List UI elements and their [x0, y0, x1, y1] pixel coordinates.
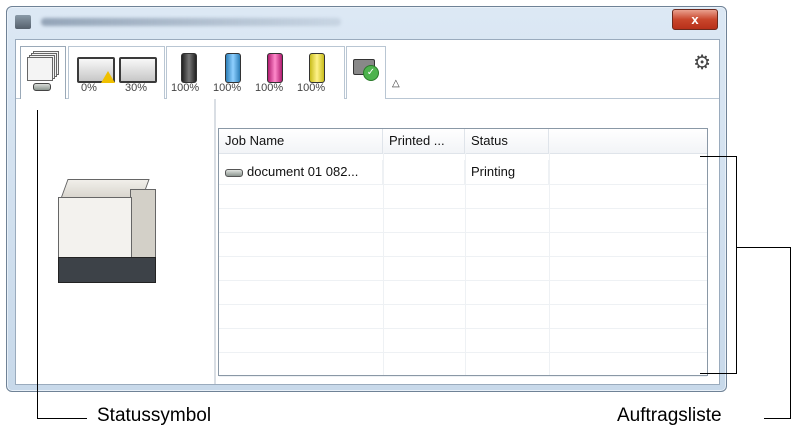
window-title-blurred	[41, 18, 341, 26]
table-row	[219, 208, 707, 233]
close-button[interactable]: x	[672, 9, 718, 30]
toner-magenta-icon	[267, 53, 283, 83]
status-symbol-callout: Statussymbol	[97, 405, 212, 426]
toner-black-level: 100%	[171, 82, 200, 94]
job-list: Job Name Printed ... Status document 01 …	[218, 128, 708, 377]
tray-icon	[119, 57, 157, 83]
tab-print-status[interactable]	[20, 46, 66, 99]
title-bar: x	[7, 7, 726, 37]
table-row	[219, 328, 707, 353]
toner-cyan-icon	[225, 53, 241, 83]
toner-black-icon	[181, 53, 197, 83]
table-row	[219, 184, 707, 209]
status-symbol-callout-line	[37, 418, 87, 419]
table-row	[219, 352, 707, 377]
job-list-callout-line	[736, 247, 790, 248]
tray-2-level: 30%	[125, 82, 148, 94]
printer-ready-icon: ✓	[353, 53, 379, 81]
job-list-callout-line	[764, 418, 791, 419]
tab-toner-levels[interactable]: 100% 100% 100% 100%	[166, 46, 345, 99]
gear-icon[interactable]: ⚙	[693, 50, 711, 75]
tab-paper-trays[interactable]: 0% 30%	[68, 46, 165, 99]
job-list-bracket	[736, 156, 737, 374]
column-header-printed[interactable]: Printed ...	[383, 129, 465, 153]
collapse-chevron-icon[interactable]: △	[392, 78, 400, 89]
printer-image-pane	[16, 99, 214, 384]
table-row	[219, 232, 707, 257]
job-list-callout-line	[790, 247, 791, 418]
job-list-header: Job Name Printed ... Status	[219, 129, 707, 154]
status-symbol-icon	[33, 83, 51, 91]
toner-cyan-level: 100%	[213, 82, 242, 94]
printer-image	[54, 179, 164, 289]
status-cell: Printing	[465, 160, 549, 184]
toner-yellow-icon	[309, 53, 325, 83]
pane-splitter[interactable]	[214, 99, 216, 384]
status-toolbar: 0% 30% 100% 100% 100% 100% ✓ △ ⚙	[16, 40, 719, 99]
table-row	[219, 256, 707, 281]
column-header-job-name[interactable]: Job Name	[219, 129, 383, 153]
toner-magenta-level: 100%	[255, 82, 284, 94]
job-status-icon	[225, 168, 243, 177]
job-list-bracket-bottom	[700, 373, 736, 374]
tab-printer-info[interactable]: ✓	[346, 46, 386, 99]
job-list-bracket-top	[700, 156, 736, 157]
printed-cell	[383, 160, 465, 184]
job-list-callout: Auftragsliste	[617, 405, 722, 426]
status-symbol-callout-line	[37, 110, 38, 418]
table-row	[219, 280, 707, 305]
table-row[interactable]: document 01 082... Printing	[219, 160, 707, 185]
printer-app-icon	[15, 15, 31, 29]
toner-yellow-level: 100%	[297, 82, 326, 94]
warning-icon	[101, 71, 115, 83]
pages-icon	[27, 51, 59, 81]
tray-1-level: 0%	[81, 82, 97, 94]
table-row	[219, 304, 707, 329]
job-name-cell: document 01 082...	[219, 160, 383, 184]
column-header-status[interactable]: Status	[465, 129, 549, 153]
job-name-text: document 01 082...	[247, 164, 359, 179]
